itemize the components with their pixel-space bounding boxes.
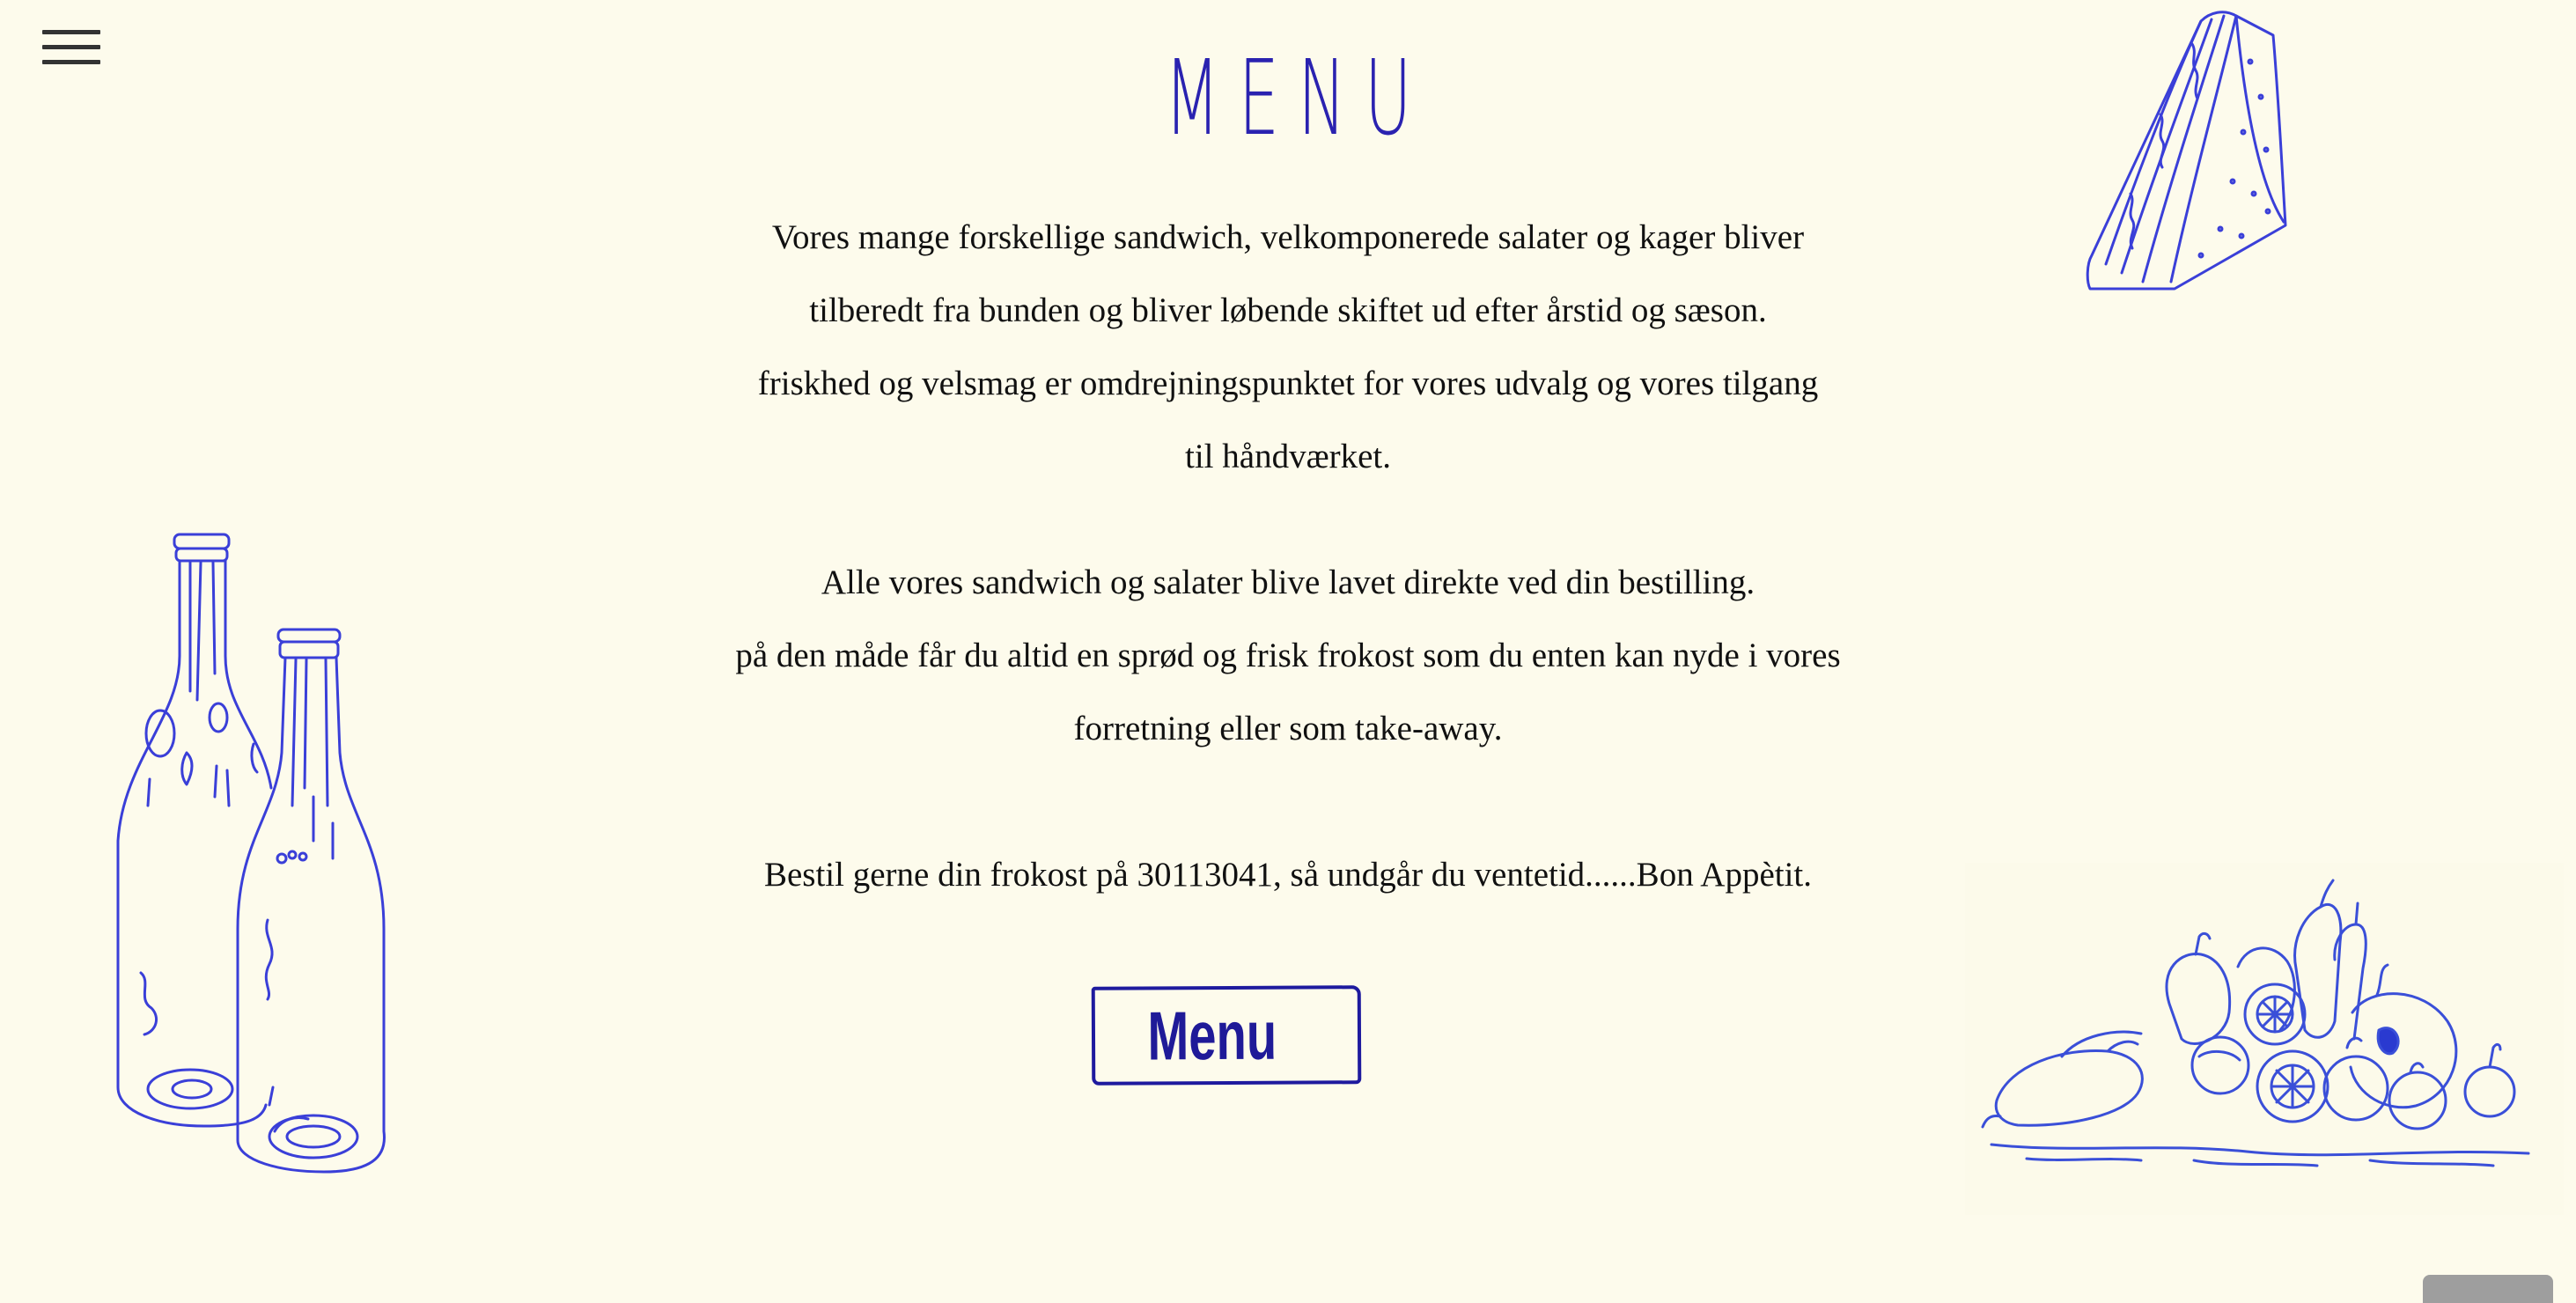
intro-line: Alle vores sandwich og salater blive lav… — [821, 563, 1755, 601]
hamburger-line — [42, 45, 100, 49]
intro-line: forretning eller som take-away. — [1073, 710, 1503, 747]
intro-line: på den måde får du altid en sprød og fri… — [735, 637, 1841, 674]
hamburger-line — [42, 60, 100, 64]
intro-paragraph-2: Alle vores sandwich og salater blive lav… — [672, 546, 1904, 765]
intro-line: til håndværket. — [1185, 438, 1391, 475]
hamburger-line — [42, 30, 100, 34]
intro-paragraph-3: Bestil gerne din frokost på 30113041, så… — [672, 838, 1904, 911]
vegetables-illustration — [1981, 879, 2530, 1167]
intro-line: Bestil gerne din frokost på 30113041, så… — [763, 856, 1813, 894]
intro-line: friskhed og velsmag er omdrejningspunkte… — [757, 364, 1819, 402]
hamburger-menu-icon[interactable] — [42, 30, 100, 65]
intro-paragraph-1: Vores mange forskellige sandwich, velkom… — [672, 201, 1904, 493]
sandwich-illustration — [2086, 11, 2287, 291]
bottles-illustration — [116, 533, 386, 1174]
scroll-to-top-button[interactable] — [2423, 1275, 2553, 1303]
intro-line: Vores mange forskellige sandwich, velkom… — [771, 218, 1805, 256]
menu-button[interactable]: Menu — [1091, 985, 1362, 1086]
vegetables-panel — [1965, 863, 2564, 1215]
intro-line: tilberedt fra bunden og bliver løbende s… — [809, 291, 1767, 329]
menu-button-label: Menu — [1147, 996, 1277, 1074]
page-title: MENU — [1164, 37, 1431, 158]
